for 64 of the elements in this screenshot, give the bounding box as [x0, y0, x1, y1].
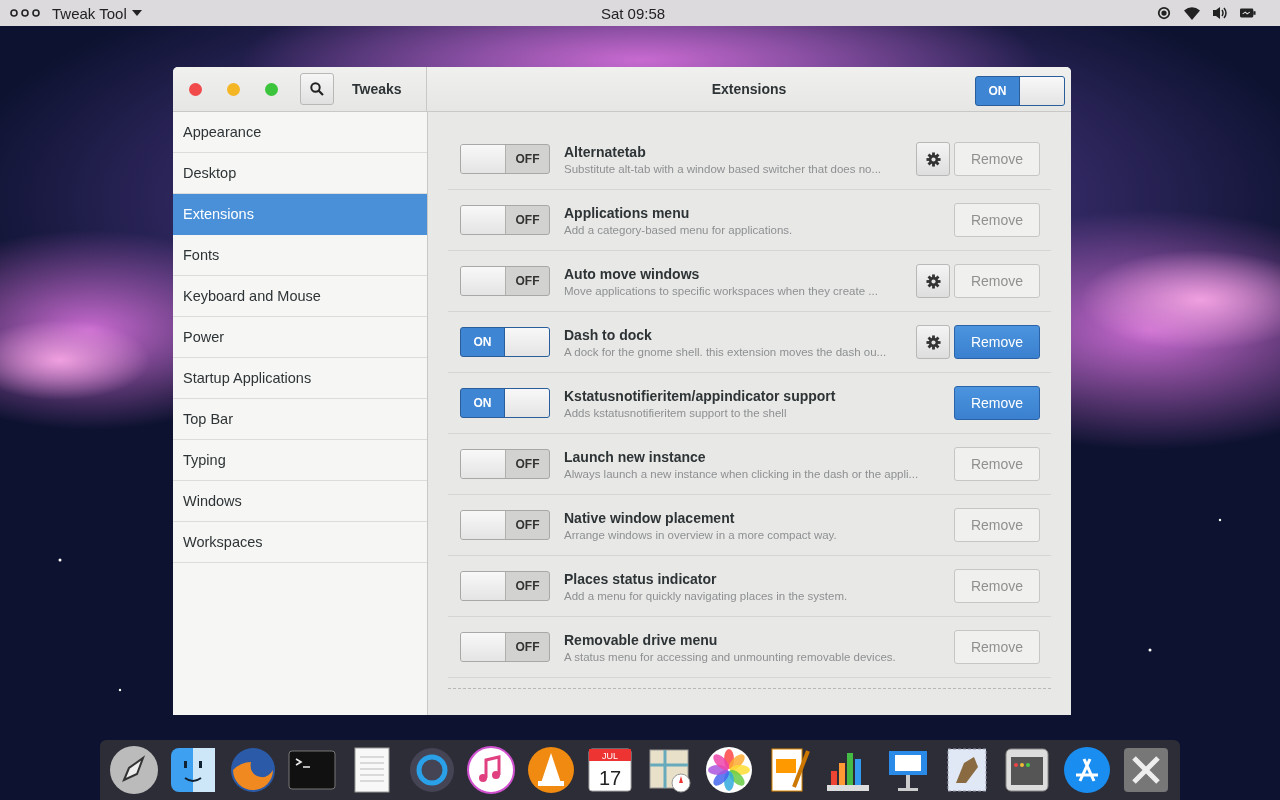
toggle-switch[interactable]: OFF — [460, 266, 550, 296]
toggle-switch[interactable]: ON — [460, 327, 550, 357]
gear-icon — [925, 334, 941, 350]
extension-name: Removable drive menu — [564, 631, 719, 648]
target-icon[interactable] — [1156, 6, 1172, 20]
search-button[interactable] — [300, 73, 334, 105]
dots-icon[interactable] — [10, 9, 40, 17]
toggle-switch[interactable]: OFF — [460, 571, 550, 601]
settings-button[interactable] — [916, 325, 950, 359]
sidebar-item[interactable]: Power — [173, 317, 427, 358]
toggle-switch[interactable]: ON — [975, 76, 1065, 106]
toggle-switch[interactable]: OFF — [460, 205, 550, 235]
toggle-switch[interactable]: ON — [460, 388, 550, 418]
extension-description: A status menu for accessing and unmounting removable devices. — [564, 650, 897, 663]
app-menu[interactable]: Tweak Tool — [52, 4, 142, 22]
window-title: Tweaks — [352, 81, 402, 97]
extension-description: A dock for the gnome shell. this extension moves the dash ou... — [564, 345, 888, 358]
sidebar-item[interactable]: Appearance — [173, 112, 427, 153]
close-icon[interactable] — [189, 82, 202, 96]
traffic-cone-icon[interactable] — [525, 745, 576, 795]
extension-description: Arrange windows in overview in a more compact way. — [564, 528, 838, 541]
extension-description: Substitute alt-tab with a window based switcher that does no... — [564, 162, 883, 175]
sidebar-item[interactable]: Startup Applications — [173, 358, 427, 399]
music-note-icon[interactable] — [466, 745, 517, 795]
extension-name: Launch new instance — [564, 448, 707, 465]
sidebar-item[interactable]: Typing — [173, 440, 427, 481]
extension-description: Add a category-based menu for applications. — [564, 223, 794, 236]
extension-name: Kstatusnotifieritem/appindicator support — [564, 387, 837, 404]
extension-name: Dash to dock — [564, 326, 653, 343]
sidebar-item[interactable]: Fonts — [173, 235, 427, 276]
extension-name: Applications menu — [564, 204, 691, 221]
sidebar-item[interactable]: Workspaces — [173, 522, 427, 563]
settings-button[interactable] — [916, 142, 950, 176]
extension-name: Auto move windows — [564, 265, 701, 282]
calendar-month: JUL — [602, 751, 619, 761]
extension-description: Move applications to specific workspaces when they create ... — [564, 284, 879, 297]
toggle-switch[interactable]: OFF — [460, 510, 550, 540]
sidebar-item[interactable]: Windows — [173, 481, 427, 522]
toggle-switch[interactable]: OFF — [460, 449, 550, 479]
toggle-switch[interactable]: OFF — [460, 632, 550, 662]
search-icon — [310, 82, 324, 96]
gear-icon — [925, 151, 941, 167]
extension-name: Alternatetab — [564, 143, 647, 160]
calendar-day: 17 — [599, 767, 622, 789]
toggle-switch[interactable]: OFF — [460, 144, 550, 174]
extension-description: Adds kstatusnotifieritem support to the shell — [564, 406, 788, 419]
app-store-icon[interactable] — [1061, 745, 1112, 795]
sidebar-item[interactable]: Top Bar — [173, 399, 427, 440]
extension-name: Native window placement — [564, 509, 736, 526]
flower-icon[interactable] — [704, 745, 755, 795]
volume-icon[interactable] — [1212, 6, 1228, 20]
extension-description: Add a menu for quickly navigating places in the system. — [564, 589, 849, 602]
gear-icon — [925, 273, 941, 289]
wifi-icon[interactable] — [1184, 6, 1200, 20]
extension-description: Always launch a new instance when clicking in the dash or the appli... — [564, 467, 920, 480]
extension-name: Places status indicator — [564, 570, 718, 587]
remove-button[interactable]: Remove — [954, 386, 1040, 420]
page-title: Extensions — [711, 81, 787, 97]
clock[interactable]: Sat 09:58 — [600, 4, 666, 22]
caret-icon — [131, 10, 142, 16]
battery-icon[interactable] — [1240, 6, 1256, 20]
settings-button[interactable] — [916, 264, 950, 298]
sidebar-item[interactable]: Keyboard and Mouse — [173, 276, 427, 317]
remove-button[interactable]: Remove — [954, 325, 1040, 359]
